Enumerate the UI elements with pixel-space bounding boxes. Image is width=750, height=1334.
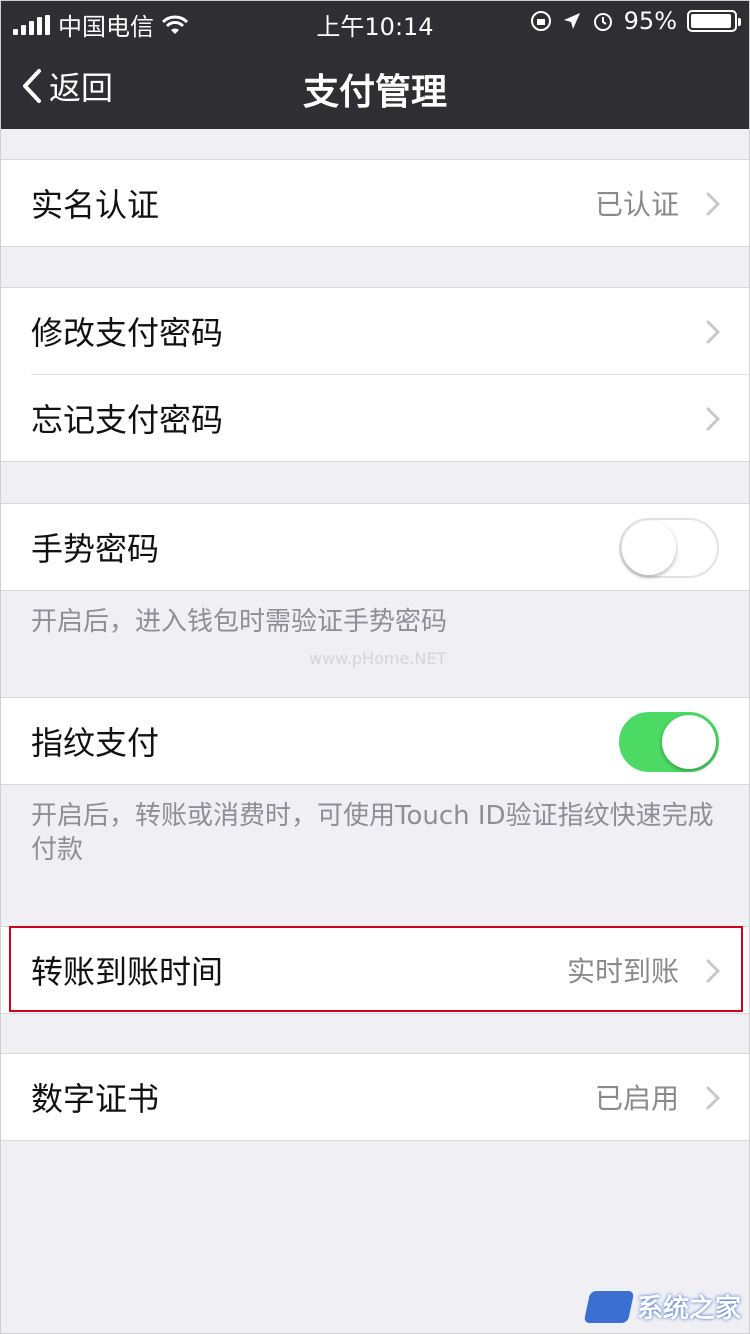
chevron-right-icon (706, 192, 721, 216)
row-value: 已启用 (594, 1082, 679, 1115)
chevron-right-icon (706, 959, 721, 983)
chevron-right-icon (706, 1086, 721, 1110)
row-digital-certificate[interactable]: 数字证书 已启用 (1, 1054, 749, 1140)
toggle-knob (662, 715, 716, 769)
rotation-lock-icon (530, 11, 551, 31)
fingerprint-group: 指纹支付 (1, 697, 749, 785)
nav-bar: 返回 支付管理 (1, 41, 749, 129)
row-label: 指纹支付 (31, 724, 160, 762)
battery-fill (691, 14, 731, 28)
row-value: 实时到账 (566, 955, 679, 988)
fingerprint-hint: 开启后，转账或消费时，可使用Touch ID验证指纹快速完成付款 (31, 801, 714, 865)
row-fingerprint-pay: 指纹支付 (1, 698, 749, 784)
realname-group: 实名认证 已认证 (1, 159, 749, 247)
battery-percent: 95% (623, 7, 677, 35)
gesture-group: 手势密码 (1, 503, 749, 591)
row-label: 实名认证 (31, 186, 160, 224)
watermark: www.pHome.NET (309, 649, 447, 668)
fingerprint-toggle[interactable] (619, 712, 719, 772)
row-change-password[interactable]: 修改支付密码 (1, 288, 749, 374)
brand-logo: 系统之家 (583, 1288, 741, 1325)
row-label: 修改支付密码 (31, 314, 224, 352)
row-label: 转账到账时间 (31, 953, 224, 991)
status-right: 95% (530, 7, 741, 35)
windows-logo-icon (583, 1290, 635, 1323)
row-value: 已认证 (594, 188, 679, 221)
status-bar: 中国电信 上午10:14 95% (1, 1, 749, 41)
toggle-knob (622, 521, 676, 575)
brand-name: 系统之家 (636, 1294, 741, 1324)
row-transfer-time[interactable]: 转账到账时间 实时到账 (1, 927, 749, 1013)
row-label: 手势密码 (31, 530, 160, 568)
row-gesture-password: 手势密码 (1, 504, 749, 590)
password-group: 修改支付密码 忘记支付密码 (1, 287, 749, 462)
gesture-toggle[interactable] (619, 518, 719, 578)
gesture-hint: 开启后，进入钱包时需验证手势密码 (31, 607, 448, 637)
row-realname[interactable]: 实名认证 已认证 (1, 160, 749, 246)
transfer-group: 转账到账时间 实时到账 (1, 926, 749, 1014)
row-forgot-password[interactable]: 忘记支付密码 (1, 375, 749, 461)
chevron-right-icon (706, 407, 721, 431)
battery-icon (687, 10, 741, 32)
row-label: 数字证书 (31, 1080, 160, 1118)
row-label: 忘记支付密码 (31, 401, 224, 439)
top-bar: 中国电信 上午10:14 95% 返回 支付管理 (1, 1, 749, 129)
location-icon (563, 13, 580, 29)
page-title: 支付管理 (302, 72, 447, 113)
chevron-right-icon (706, 320, 721, 344)
certificate-group: 数字证书 已启用 (1, 1053, 749, 1141)
alarm-icon (593, 13, 612, 31)
